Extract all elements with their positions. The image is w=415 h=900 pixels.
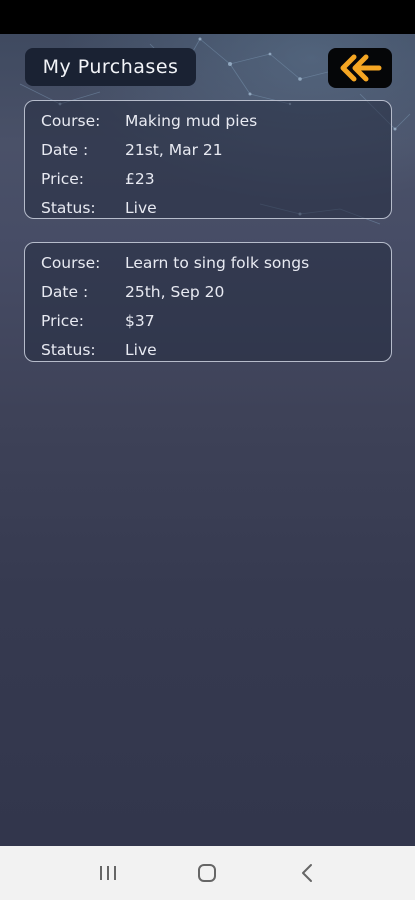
home-button[interactable] xyxy=(187,853,227,893)
date-value: 21st, Mar 21 xyxy=(125,140,223,159)
course-value: Learn to sing folk songs xyxy=(125,253,310,272)
double-chevron-left-icon xyxy=(340,54,382,82)
status-row: Status: Live xyxy=(41,193,391,222)
price-label: Price: xyxy=(41,169,85,188)
date-row: Date : 25th, Sep 20 xyxy=(41,277,391,306)
back-button[interactable] xyxy=(328,48,392,88)
status-bar xyxy=(0,0,415,34)
status-value: Live xyxy=(125,198,157,217)
purchase-card[interactable]: Course: Making mud pies Date : 21st, Mar… xyxy=(24,100,392,219)
course-row: Course: Making mud pies xyxy=(41,106,391,135)
date-value: 25th, Sep 20 xyxy=(125,282,225,301)
status-label: Status: xyxy=(41,198,96,217)
price-value: £23 xyxy=(125,169,155,188)
status-label: Status: xyxy=(41,340,96,359)
price-value: $37 xyxy=(125,311,155,330)
system-back-button[interactable] xyxy=(287,853,327,893)
recents-icon xyxy=(99,866,116,880)
status-row: Status: Live xyxy=(41,335,391,364)
course-value: Making mud pies xyxy=(125,111,258,130)
home-icon xyxy=(198,864,217,882)
system-navigation-bar xyxy=(0,846,415,900)
status-value: Live xyxy=(125,340,157,359)
course-label: Course: xyxy=(41,111,101,130)
recents-button[interactable] xyxy=(88,853,128,893)
course-label: Course: xyxy=(41,253,101,272)
price-row: Price: £23 xyxy=(41,164,391,193)
price-row: Price: $37 xyxy=(41,306,391,335)
page-title: My Purchases xyxy=(25,48,196,86)
back-icon xyxy=(302,864,313,882)
date-label: Date : xyxy=(41,282,89,301)
course-row: Course: Learn to sing folk songs xyxy=(41,248,391,277)
price-label: Price: xyxy=(41,311,85,330)
app-screen: My Purchases Course: Making mud pies Dat… xyxy=(0,34,415,846)
date-row: Date : 21st, Mar 21 xyxy=(41,135,391,164)
date-label: Date : xyxy=(41,140,89,159)
purchase-card[interactable]: Course: Learn to sing folk songs Date : … xyxy=(24,242,392,362)
